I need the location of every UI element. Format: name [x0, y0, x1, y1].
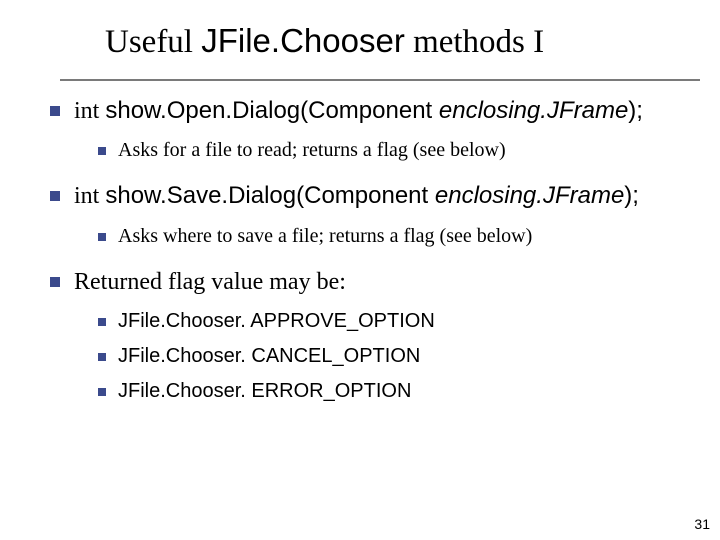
method-arg: enclosing.JFrame	[439, 97, 628, 124]
list-item: int show.Save.Dialog(Component enclosing…	[46, 180, 680, 249]
method-return-type: int	[74, 183, 105, 209]
sub-list: Asks where to save a file; returns a fla…	[74, 223, 680, 250]
page-number: 31	[694, 516, 710, 532]
method-code-close: );	[628, 97, 643, 124]
sub-item: JFile.Chooser. APPROVE_OPTION	[94, 308, 680, 335]
sub-item: Asks for a file to read; returns a flag …	[94, 137, 680, 164]
method-code-open: show.Save.Dialog(Component	[105, 182, 435, 209]
sub-list: Asks for a file to read; returns a flag …	[74, 137, 680, 164]
title-code: JFile.Chooser	[201, 22, 405, 59]
title-underline	[60, 79, 700, 81]
title-part1: Useful	[105, 24, 201, 60]
sub-item: JFile.Chooser. CANCEL_OPTION	[94, 343, 680, 370]
slide-title: Useful JFile.Chooser methods I	[105, 22, 680, 61]
method-arg: enclosing.JFrame	[435, 182, 624, 209]
method-code-close: );	[624, 182, 639, 209]
method-return-type: int	[74, 98, 105, 124]
list-item: Returned flag value may be: JFile.Choose…	[46, 266, 680, 405]
sub-item: JFile.Chooser. ERROR_OPTION	[94, 378, 680, 405]
method-code-open: show.Open.Dialog(Component	[105, 97, 439, 124]
sub-list: JFile.Chooser. APPROVE_OPTION JFile.Choo…	[74, 308, 680, 405]
title-part2: methods I	[405, 24, 544, 60]
item-text: Returned flag value may be:	[74, 269, 346, 295]
list-item: int show.Open.Dialog(Component enclosing…	[46, 95, 680, 164]
slide: Useful JFile.Chooser methods I int show.…	[0, 0, 720, 540]
bullet-list: int show.Open.Dialog(Component enclosing…	[40, 95, 680, 405]
sub-item: Asks where to save a file; returns a fla…	[94, 223, 680, 250]
